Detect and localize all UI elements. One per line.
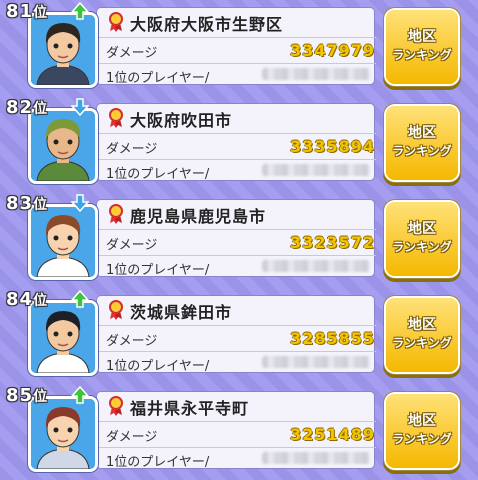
divider [97,133,376,134]
top-player-label: 1位のプレイヤー/ [106,167,210,182]
divider [97,447,376,448]
region-ranking-button-label-1: 地区 [408,125,436,141]
divider [97,229,376,230]
rank-suffix: 位 [33,101,49,117]
rank-digits: 84 [6,289,34,310]
ranking-row: 83位 鹿児島県鹿児島市 ダメージ 3323572 1位のプレイヤー/ 地区 ラ… [0,193,478,286]
rank-digits: 85 [6,385,34,406]
region-name: 福井県永平寺町 [130,399,250,418]
region-ranking-button-label-1: 地区 [408,413,436,429]
region-ranking-button[interactable]: 地区 ランキング [386,298,458,372]
region-name: 大阪府大阪市生野区 [130,15,284,34]
region-ranking-button-label-2: ランキング [392,144,452,158]
ranking-row: 85位 福井県永平寺町 ダメージ 3251489 1位のプレイヤー/ 地区 ラン… [0,385,478,478]
rank-number: 83位 [6,193,48,214]
top-player-name-redacted [262,260,370,272]
player-avatar [28,396,98,472]
trend-up-icon [71,2,89,20]
ranking-row: 84位 茨城県鉾田市 ダメージ 3285855 1位のプレイヤー/ 地区 ランキ… [0,289,478,382]
rank-digits: 82 [6,97,34,118]
divider [97,37,376,38]
region-ranking-button-label-2: ランキング [392,48,452,62]
top-player-label: 1位のプレイヤー/ [106,455,210,470]
region-ranking-button[interactable]: 地区 ランキング [386,394,458,468]
divider [97,325,376,326]
damage-label: ダメージ [106,142,158,157]
damage-label: ダメージ [106,238,158,253]
top-player-name-redacted [262,164,370,176]
ranking-row: 81位 大阪府大阪市生野区 ダメージ 3347979 1位のプレイヤー/ 地区 … [0,1,478,94]
ranking-row: 82位 大阪府吹田市 ダメージ 3335894 1位のプレイヤー/ 地区 ランキ… [0,97,478,190]
trend-down-icon [71,194,89,212]
rank-suffix: 位 [33,197,49,213]
region-ranking-button-label-2: ランキング [392,240,452,254]
rank-digits: 83 [6,193,34,214]
divider [97,159,376,160]
damage-value: 3251489 [290,425,375,444]
rank-number: 81位 [6,1,48,22]
rank-suffix: 位 [33,293,49,309]
top-player-name-redacted [262,452,370,464]
region-ranking-button-label-1: 地区 [408,29,436,45]
region-name: 茨城県鉾田市 [130,303,233,322]
trend-up-icon [71,290,89,308]
damage-value: 3323572 [290,233,375,252]
region-ranking-button[interactable]: 地区 ランキング [386,106,458,180]
divider [97,255,376,256]
divider [97,63,376,64]
damage-value: 3347979 [290,41,375,60]
top-player-label: 1位のプレイヤー/ [106,71,210,86]
player-avatar [28,12,98,88]
medal-icon [109,204,123,224]
rank-number: 85位 [6,385,48,406]
region-ranking-button-label-2: ランキング [392,432,452,446]
damage-label: ダメージ [106,46,158,61]
rank-suffix: 位 [33,389,49,405]
region-ranking-button-label-2: ランキング [392,336,452,350]
rank-number: 84位 [6,289,48,310]
ranking-board: 81位 大阪府大阪市生野区 ダメージ 3347979 1位のプレイヤー/ 地区 … [0,0,478,480]
top-player-label: 1位のプレイヤー/ [106,263,210,278]
player-avatar [28,300,98,376]
trend-down-icon [71,98,89,116]
top-player-name-redacted [262,68,370,80]
damage-value: 3285855 [290,329,375,348]
top-player-label: 1位のプレイヤー/ [106,359,210,374]
medal-icon [109,12,123,32]
damage-label: ダメージ [106,430,158,445]
region-name: 大阪府吹田市 [130,111,233,130]
medal-icon [109,108,123,128]
medal-icon [109,300,123,320]
region-ranking-button[interactable]: 地区 ランキング [386,202,458,276]
divider [97,421,376,422]
top-player-name-redacted [262,356,370,368]
medal-icon [109,396,123,416]
region-ranking-button-label-1: 地区 [408,221,436,237]
divider [97,351,376,352]
player-avatar [28,204,98,280]
region-ranking-button-label-1: 地区 [408,317,436,333]
rank-digits: 81 [6,1,34,22]
damage-value: 3335894 [290,137,375,156]
damage-label: ダメージ [106,334,158,349]
trend-up-icon [71,386,89,404]
player-avatar [28,108,98,184]
rank-suffix: 位 [33,5,49,21]
region-ranking-button[interactable]: 地区 ランキング [386,10,458,84]
rank-number: 82位 [6,97,48,118]
region-name: 鹿児島県鹿児島市 [130,207,267,226]
